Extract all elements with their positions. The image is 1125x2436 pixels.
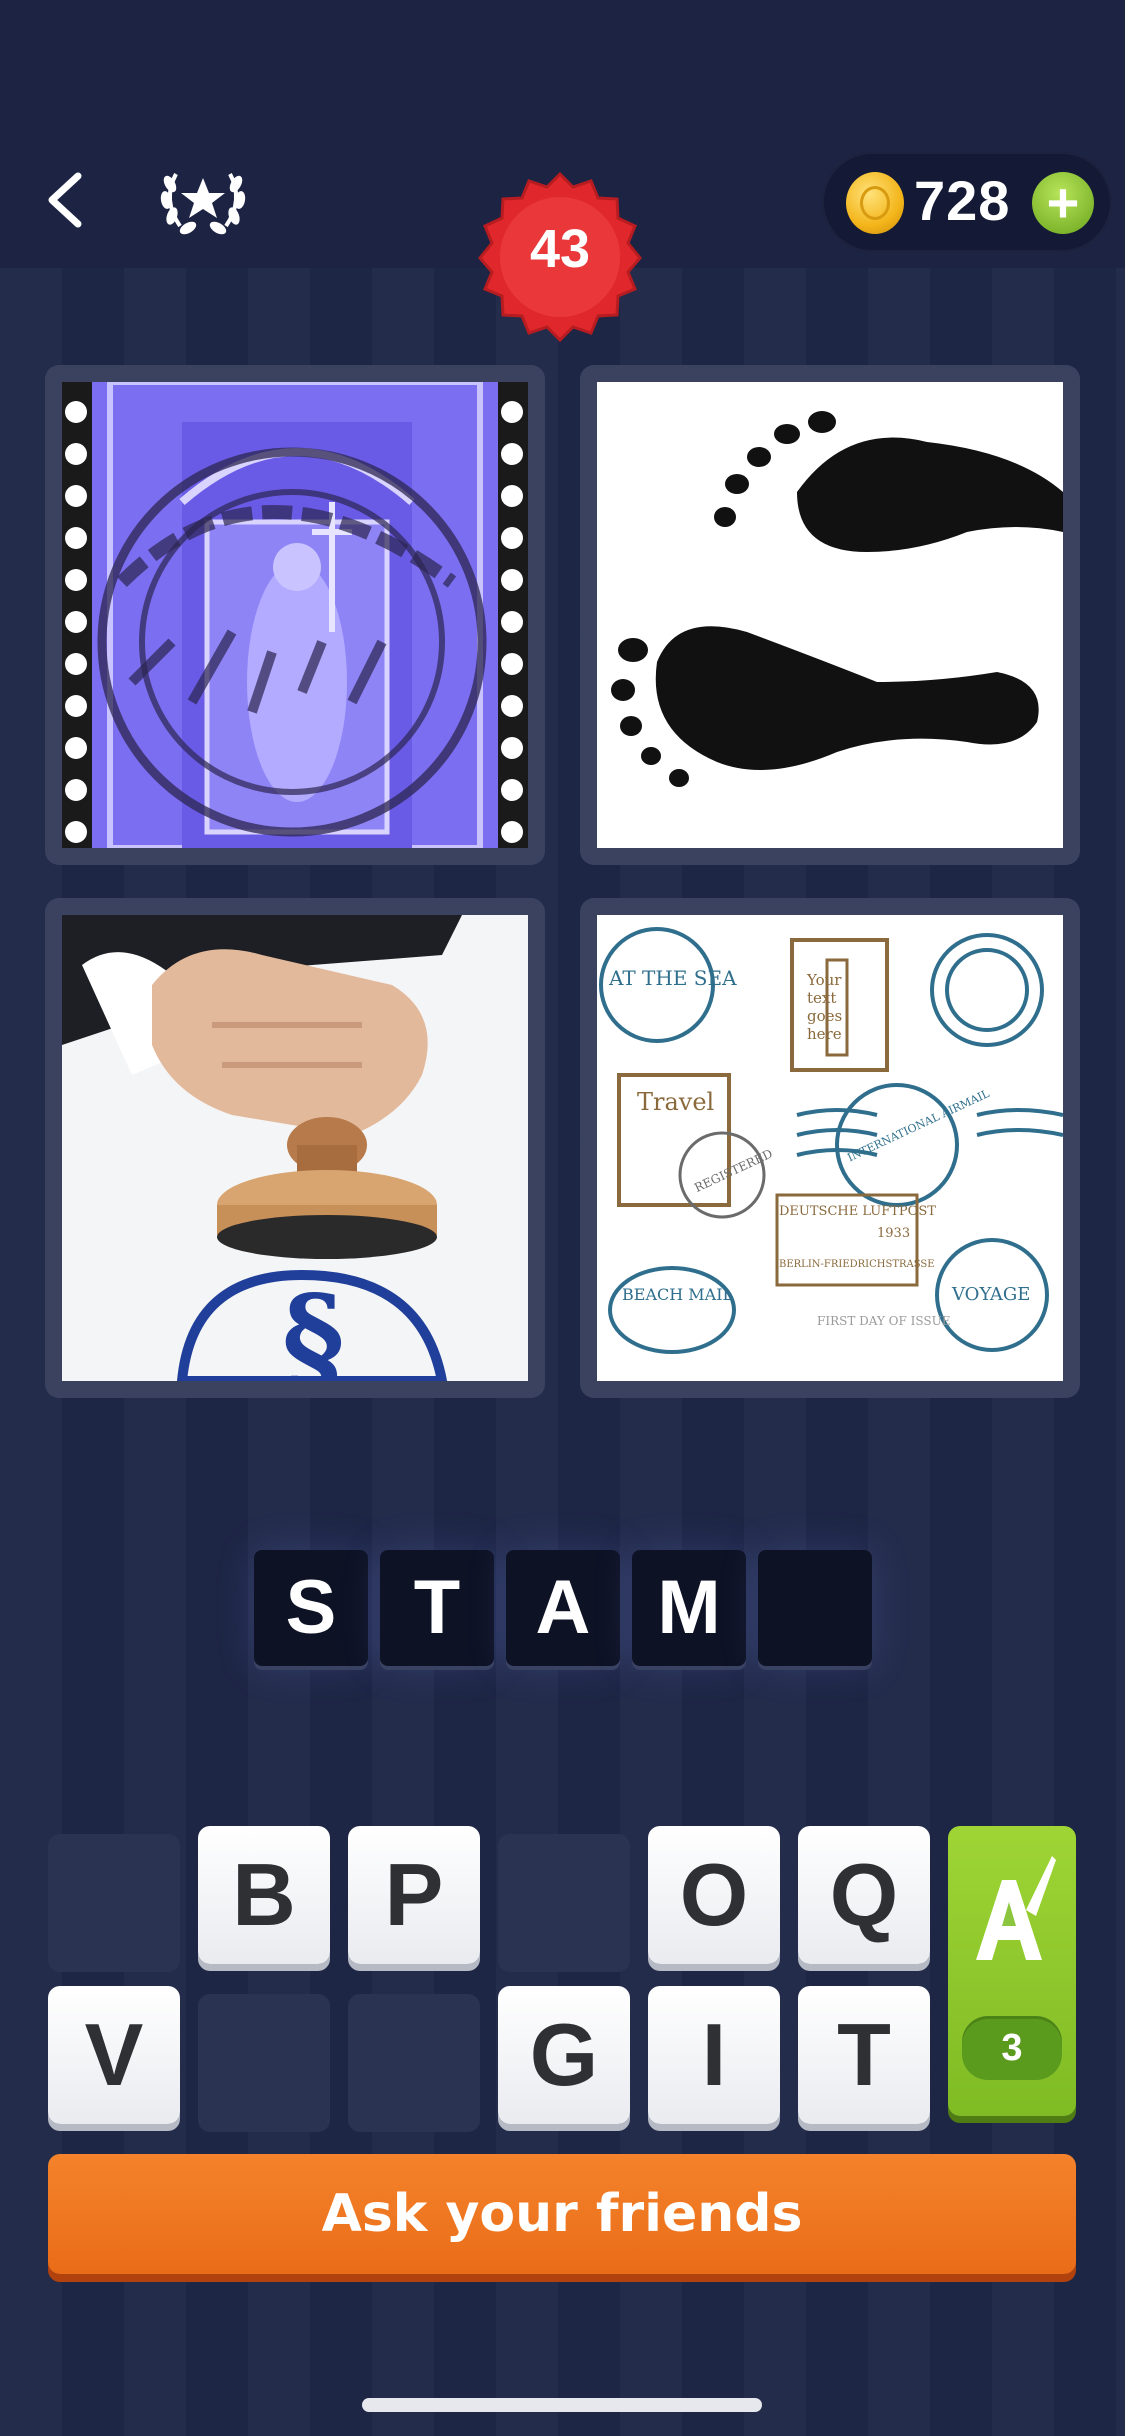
hint-button[interactable]: 3 [948, 1826, 1076, 2116]
answer-slot-2[interactable]: T [380, 1550, 494, 1666]
svg-text:§: § [282, 1269, 345, 1381]
add-coins-button[interactable]: + [1032, 172, 1094, 234]
answer-slot-4[interactable]: M [632, 1550, 746, 1666]
answer-slot-1[interactable]: S [254, 1550, 368, 1666]
letter-key-b[interactable]: B [198, 1826, 330, 1964]
ask-friends-button[interactable]: Ask your friends [48, 2154, 1076, 2274]
laurel-star-icon[interactable] [158, 160, 248, 240]
picture-2[interactable] [580, 365, 1080, 865]
stamp-text-beach-mail: BEACH MAIL [622, 1285, 734, 1304]
letter-key-empty [198, 1994, 330, 2132]
stamp-text-your: Your [806, 971, 842, 989]
letter-key-i[interactable]: I [648, 1986, 780, 2124]
letter-key-p[interactable]: P [348, 1826, 480, 1964]
answer-slot-3[interactable]: A [506, 1550, 620, 1666]
rubber-stamp-image: § [62, 915, 528, 1381]
stamp-text-travel: Travel [637, 1088, 714, 1116]
picture-1[interactable] [45, 365, 545, 865]
level-number: 43 [529, 219, 591, 279]
letter-brush-icon [976, 1856, 1056, 1960]
stamp-text-1933: 1933 [877, 1226, 910, 1241]
coin-balance[interactable]: 728 + [822, 152, 1112, 252]
letter-key-o[interactable]: O [648, 1826, 780, 1964]
coin-count: 728 [914, 169, 1011, 232]
coin-icon [846, 172, 904, 234]
home-indicator[interactable] [362, 2398, 762, 2412]
stamp-text-here: here [807, 1025, 842, 1043]
letter-key-empty [48, 1834, 180, 1972]
letter-key-g[interactable]: G [498, 1986, 630, 2124]
stamp-text-at-the-sea: AT THE SEA [608, 966, 737, 990]
letter-key-q[interactable]: Q [798, 1826, 930, 1964]
footprints-image [597, 382, 1063, 848]
stamp-text-first-day: FIRST DAY OF ISSUE [817, 1314, 951, 1328]
letter-key-empty [498, 1834, 630, 1972]
stamp-image [62, 382, 528, 848]
picture-3[interactable]: § [45, 898, 545, 1398]
postal-stamps-image: AT THE SEA Your text goes here Travel RE… [597, 915, 1063, 1381]
stamp-text-voyage: VOYAGE [951, 1284, 1030, 1305]
hint-count: 3 [962, 2016, 1062, 2080]
back-chevron-icon[interactable] [36, 168, 100, 232]
stamp-text-text: text [807, 989, 836, 1007]
stamp-text-goes: goes [807, 1007, 842, 1025]
answer-slot-5[interactable] [758, 1550, 872, 1666]
letter-key-t[interactable]: T [798, 1986, 930, 2124]
letter-key-v[interactable]: V [48, 1986, 180, 2124]
letter-key-empty [348, 1994, 480, 2132]
stamp-text-luftpost: DEUTSCHE LUFTPOST [779, 1204, 936, 1219]
picture-4[interactable]: AT THE SEA Your text goes here Travel RE… [580, 898, 1080, 1398]
stamp-text-berlin: BERLIN-FRIEDRICHSTRASSE [779, 1259, 935, 1270]
